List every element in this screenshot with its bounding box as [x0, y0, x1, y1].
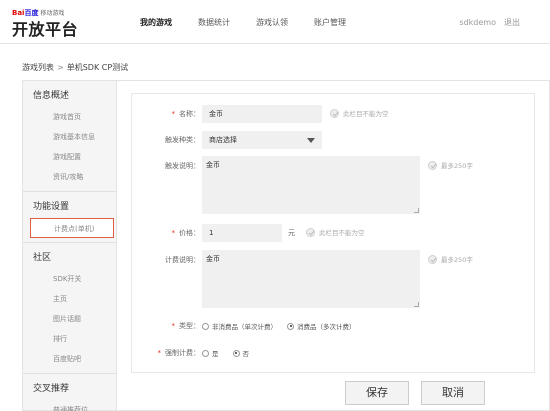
sidebar-item-sdk-switch[interactable]: SDK开关	[23, 269, 116, 289]
type-radio-group: 非消费品（单次计费） 消费品（多次计费）	[202, 321, 366, 331]
check-icon	[428, 254, 437, 264]
trigger-desc-label: 触发说明：	[165, 162, 200, 170]
check-icon	[428, 160, 437, 170]
nav-game-claim[interactable]: 游戏认领	[256, 17, 288, 28]
sidebar-item-game-info[interactable]: 游戏基本信息	[23, 127, 116, 147]
user-area: sdkdemo 退出	[451, 17, 520, 28]
billing-desc-textarea[interactable]: 金币	[202, 250, 420, 308]
force-option-yes[interactable]: 是	[202, 348, 219, 358]
cancel-button[interactable]: 取消	[421, 381, 485, 405]
billing-form: * 名称： 金币 此栏目不能为空 触发种类： 商店选择 触发说明： 金币 最多25…	[131, 93, 535, 373]
username[interactable]: sdkdemo	[459, 18, 496, 27]
sidebar-divider	[23, 373, 116, 374]
sidebar-section-overview: 信息概述	[33, 91, 70, 101]
type-option-consumable[interactable]: 消费品（多次计费）	[287, 321, 356, 331]
trigger-desc-hint: 最多250字	[428, 160, 473, 170]
sidebar-item-billing-points[interactable]: 计费点(单机)	[30, 218, 114, 238]
nav-account[interactable]: 账户管理	[314, 17, 346, 28]
billing-desc-hint: 最多250字	[428, 254, 473, 264]
breadcrumb-sep: >	[57, 63, 64, 72]
trigger-type-select[interactable]: 商店选择	[202, 131, 322, 149]
sidebar-item-homepage[interactable]: 主页	[23, 289, 116, 309]
radio-icon	[202, 322, 209, 330]
sidebar-section-cross-promo: 交叉推荐	[33, 384, 70, 394]
check-icon	[330, 108, 339, 118]
breadcrumb-current: 单机SDK CP测试	[66, 63, 129, 72]
chevron-down-icon	[307, 138, 315, 143]
check-icon	[306, 227, 315, 237]
force-label: * 强制计费：	[157, 349, 201, 357]
price-hint: 此栏目不能为空	[306, 227, 365, 237]
radio-icon	[202, 349, 209, 357]
breadcrumb-root[interactable]: 游戏列表	[22, 63, 54, 72]
logout-link[interactable]: 退出	[504, 18, 520, 27]
sidebar-item-image-topics[interactable]: 图片话题	[23, 309, 116, 329]
trigger-desc-textarea[interactable]: 金币	[202, 156, 420, 214]
sidebar-section-community: 社区	[33, 253, 52, 263]
type-label: * 类型：	[171, 322, 201, 330]
main-nav: 我的游戏 数据统计 游戏认领 账户管理	[140, 17, 372, 28]
radio-checked-icon	[287, 322, 294, 330]
sidebar-item-game-home[interactable]: 游戏首页	[23, 107, 116, 127]
sidebar-item-recommend-slot[interactable]: 普通推荐位	[23, 400, 116, 411]
breadcrumb: 游戏列表 > 单机SDK CP测试	[22, 62, 128, 73]
trigger-type-label: 触发种类：	[165, 136, 200, 144]
price-unit: 元	[288, 229, 295, 237]
name-label: * 名称：	[171, 110, 201, 118]
radio-checked-icon	[232, 349, 240, 357]
type-option-non-consumable[interactable]: 非消费品（单次计费）	[202, 321, 277, 331]
name-input[interactable]: 金币	[202, 105, 322, 123]
sidebar-divider	[23, 191, 116, 192]
sidebar-item-news[interactable]: 资讯/攻略	[23, 167, 116, 187]
resize-handle[interactable]	[414, 208, 419, 213]
billing-desc-label: 计费说明：	[165, 256, 200, 264]
sidebar-divider	[23, 242, 116, 243]
main-panel: * 名称： 金币 此栏目不能为空 触发种类： 商店选择 触发说明： 金币 最多25…	[116, 80, 550, 411]
force-option-no[interactable]: 否	[232, 348, 249, 358]
price-label: * 价格：	[171, 229, 201, 237]
resize-handle[interactable]	[414, 302, 419, 307]
sidebar-section-features: 功能设置	[33, 202, 70, 212]
nav-my-games[interactable]: 我的游戏	[140, 17, 172, 28]
price-input[interactable]: 1	[202, 224, 282, 242]
name-hint: 此栏目不能为空	[330, 108, 389, 118]
nav-data-stats[interactable]: 数据统计	[198, 17, 230, 28]
sidebar: 信息概述 游戏首页 游戏基本信息 游戏配置 资讯/攻略 功能设置 计费点(单机)…	[22, 80, 116, 411]
sidebar-item-tieba[interactable]: 百度贴吧	[23, 349, 116, 369]
save-button[interactable]: 保存	[345, 381, 409, 405]
force-radio-group: 是 否	[202, 348, 259, 358]
brand-title[interactable]: 开放平台	[12, 16, 78, 40]
sidebar-item-ranking[interactable]: 排行	[23, 329, 116, 349]
top-header: Bai百度 移动游戏 开放平台 我的游戏 数据统计 游戏认领 账户管理 sdkd…	[0, 0, 550, 44]
sidebar-item-game-config[interactable]: 游戏配置	[23, 147, 116, 167]
